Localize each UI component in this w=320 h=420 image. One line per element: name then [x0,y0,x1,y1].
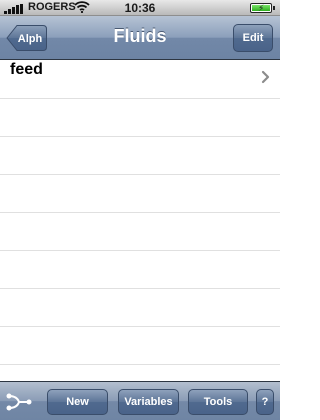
back-button[interactable]: Alph [6,24,48,52]
empty-row [0,327,280,365]
navigation-bar: Alph Fluids Edit [0,16,280,60]
empty-row [0,99,280,137]
empty-row [0,175,280,213]
variables-button[interactable]: Variables [118,389,179,415]
help-button[interactable]: ? [256,389,274,415]
bottom-toolbar: New Variables Tools ? [0,381,280,420]
list-item-feed[interactable]: feed [0,61,280,99]
branch-icon[interactable] [6,391,32,413]
empty-row [0,137,280,175]
tools-button[interactable]: Tools [188,389,248,415]
status-time: 10:36 [124,1,156,15]
edit-button[interactable]: Edit [233,24,273,52]
list-item-label: feed [10,61,43,78]
empty-row [0,213,280,251]
back-button-shape: Alph [6,25,47,51]
battery-icon: ⚡ [250,3,275,13]
new-button[interactable]: New [47,389,108,415]
status-bar: ROGERS 10:36 ⚡ [0,0,280,16]
chevron-right-icon [261,70,270,84]
fluids-list: feed [0,61,280,381]
empty-row [0,251,280,289]
back-button-label: Alph [18,33,43,45]
empty-row [0,289,280,327]
